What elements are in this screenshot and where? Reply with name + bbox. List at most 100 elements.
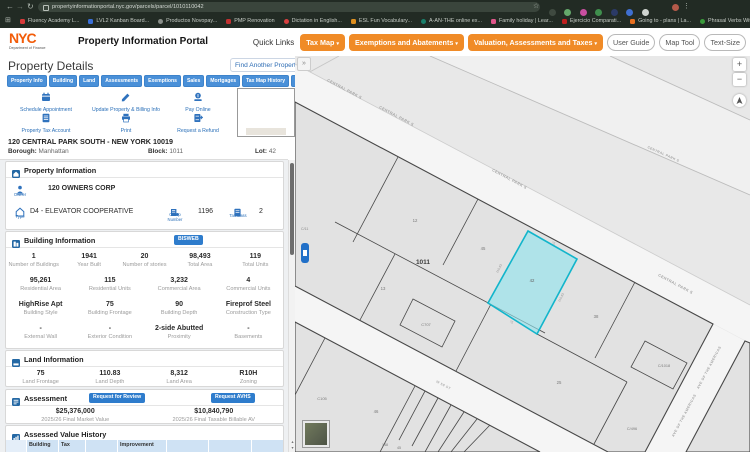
request-avhs-button[interactable]: Request AVHS [211,393,255,403]
locate-button[interactable] [733,94,746,107]
profile-avatar[interactable] [672,4,679,11]
card-header: Land Information [6,351,283,367]
lot-label: 45 [481,246,486,251]
lot-label: C707 [421,322,431,327]
zoom-in-button[interactable]: + [733,58,746,71]
quick-links-label: Quick Links [253,38,294,47]
tab-exemptions[interactable]: Exemptions [144,75,181,87]
request-refund-link[interactable]: Request a Refund [165,110,231,135]
lot-label: 38 [594,314,599,319]
user-guide-button[interactable]: User Guide [607,34,655,51]
favicon [700,19,705,24]
column-header[interactable]: Improvement [118,440,166,452]
exemptions-menu-button[interactable]: Exemptions and Abatements▾ [349,34,464,51]
back-icon[interactable]: ← [6,0,14,14]
bookmark-item[interactable]: Productos Novopay... [158,18,217,24]
bookmark-item[interactable]: LVL2 Kanban Board... [88,18,149,24]
tab-building[interactable]: Building [49,75,77,87]
chrome-menu-icon[interactable]: ⋮ [683,0,690,14]
bookmark-item[interactable]: ESL Fun Vocabulary... [351,18,412,24]
stat-cell: -Basements [214,324,283,341]
bookmark-item[interactable]: Going to - plans | La... [630,18,691,24]
tab-property-info[interactable]: Property Info [7,75,47,87]
column-header[interactable]: Building [27,440,58,452]
bookmark-item[interactable]: A-AN-THE online ex... [421,18,482,24]
favicon [226,19,231,24]
tab-land[interactable]: Land [79,75,99,87]
column-header[interactable]: Tax [59,440,85,452]
address-bar[interactable]: propertyinformationportal.nyc.gov/parcel… [38,2,540,12]
calendar-icon [41,89,51,99]
reload-icon[interactable]: ↻ [27,0,34,14]
tab-tax-map-history[interactable]: Tax Map History [242,75,289,87]
bookmark-item[interactable]: Family holiday | Lear... [491,18,553,24]
assessment-card: Assessment Request for Review Request AV… [5,389,284,424]
map-handle[interactable] [301,243,309,263]
column-header[interactable] [6,440,26,452]
stat-cell: 75Land Frontage [6,369,75,386]
assessed-history-table-header: Building Tax Improvement [6,440,283,452]
column-header[interactable] [252,440,283,452]
block-number-label: 1011 [416,259,430,266]
column-header[interactable] [209,440,251,452]
building-icon [12,235,20,253]
pay-icon [193,89,203,99]
property-details-panel: Property Details Find Another Property P… [0,56,295,452]
tax-map-menu-button[interactable]: Tax Map▾ [300,34,345,51]
column-header[interactable] [86,440,117,452]
section-tabs: Property Info Building Land Assessments … [7,75,334,87]
building-stats-row-4: -External Wall -Exterior Condition 2-sid… [6,324,283,341]
stat-cell: 2-side AbuttedProximity [145,324,214,341]
column-header[interactable] [167,440,208,452]
valuation-menu-button[interactable]: Valuation, Assessments and Taxes▾ [468,34,603,51]
nyc-dof-logo[interactable]: NYC [9,31,36,45]
text-size-button[interactable]: Text-Size [704,34,746,51]
bookmark-star-icon[interactable]: ☆ [533,0,539,14]
bookmark-item[interactable]: Phrasal Verbs With... [700,18,750,24]
bookmark-item[interactable]: Ejercicio Comparati... [562,18,621,24]
forward-icon[interactable]: → [16,0,24,14]
assessed-value-history-card: Assessed Value History Building Tax Impr… [5,425,284,452]
find-another-property-button[interactable]: Find Another Property [230,58,304,72]
scrollbar-thumb[interactable] [290,163,294,255]
bookmark-item[interactable]: Fluency Academy L... [20,18,80,24]
bookmark-item[interactable]: PMP Renovation [226,18,274,24]
tax-map[interactable]: 1011 12 45 42 38 13 C707 25 C/1018 C105 … [295,56,750,452]
stat-cell: 20Number of stories [117,252,172,269]
card-header: Property Information [6,162,283,178]
basemap-toggle[interactable] [303,421,329,447]
card-header: Assessed Value History [6,426,283,441]
block-value: Block: 1011 [148,148,183,155]
stat-cell: Fireprof SteelConstruction Type [214,300,283,317]
site-info-icon[interactable] [43,5,49,11]
zoom-out-button[interactable]: − [733,73,746,86]
property-address: 120 CENTRAL PARK SOUTH - NEW YORK 10019 [8,137,173,146]
favicon [158,19,163,24]
tab-mortgages[interactable]: Mortgages [206,75,240,87]
url-text[interactable]: propertyinformationportal.nyc.gov/parcel… [52,4,204,10]
stat-cell: 8,312Land Area [145,369,214,386]
tab-assessments[interactable]: Assessments [101,75,142,87]
coop-number-label: Co-opNumber [158,213,192,222]
request-for-review-button[interactable]: Request for Review [89,393,145,403]
map-tool-button[interactable]: Map Tool [659,34,700,51]
card-title: Property Information [24,166,96,175]
edit-pencil-icon [121,89,131,99]
bisweb-button[interactable]: BISWEB [174,235,203,245]
card-header: Assessment Request for Review Request AV… [6,390,283,406]
page-title: Property Details [8,59,93,73]
tax-map-canvas[interactable]: 1011 12 45 42 38 13 C707 25 C/1018 C105 … [295,56,750,452]
property-photo[interactable] [237,88,295,137]
stat-cell: R10HZoning [214,369,283,386]
lot-label: 13 [381,286,386,291]
app-window: ← → ↻ propertyinformationportal.nyc.gov/… [0,0,750,452]
building-stats-row-1: 1Number of Buildings 1941Year Built 20Nu… [6,252,283,269]
apps-grid-icon[interactable]: ⊞ [5,14,11,28]
chevron-down-icon: ▾ [336,41,339,47]
property-tax-account-link[interactable]: Property Tax Account [4,110,88,135]
lot-label: 45 [397,446,401,450]
collapse-panel-button[interactable]: » [297,57,311,71]
tab-sales[interactable]: Sales [183,75,204,87]
bookmark-item[interactable]: Dictation in English... [284,18,342,24]
print-link[interactable]: Print [86,110,166,135]
